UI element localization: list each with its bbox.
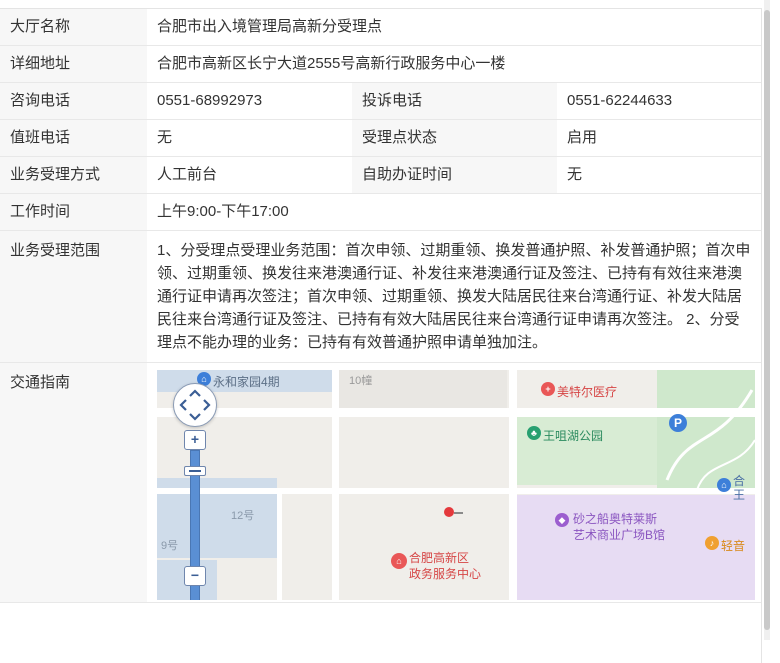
traffic-map-cell: ⌂ 永和家园4期 10幢 + 美特尔医疗 ♣ 王咀湖公园 P ⌂ 合 王 12号… xyxy=(147,362,762,603)
poi-building9: 9号 xyxy=(161,540,179,552)
shazhichuan-pin-icon: ◆ xyxy=(555,513,569,527)
poi-building10: 10幢 xyxy=(349,375,373,387)
row-duty: 值班电话 无 受理点状态 启用 xyxy=(0,119,762,157)
label-consult-phone: 咨询电话 xyxy=(0,82,147,120)
label-status: 受理点状态 xyxy=(352,119,557,157)
row-method: 业务受理方式 人工前台 自助办证时间 无 xyxy=(0,156,762,194)
location-marker-icon[interactable] xyxy=(443,506,465,520)
zoom-handle[interactable] xyxy=(184,466,206,476)
zoom-out-button[interactable]: − xyxy=(184,566,206,586)
poi-wang-cut: 王 xyxy=(733,488,746,502)
poi-shazhichuan-2[interactable]: 艺术商业广场B馆 xyxy=(573,524,665,546)
hall-info-table: 大厅名称 合肥市出入境管理局高新分受理点 详细地址 合肥市高新区长宁大道2555… xyxy=(0,9,762,603)
qingyin-pin-icon: ♪ xyxy=(705,536,719,550)
label-scope: 业务受理范围 xyxy=(0,230,147,363)
row-hours: 工作时间 上午9:00-下午17:00 xyxy=(0,193,762,231)
label-self-service-time: 自助办证时间 xyxy=(352,156,557,194)
row-address: 详细地址 合肥市高新区长宁大道2555号高新行政服务中心一楼 xyxy=(0,45,762,83)
poi-building12: 12号 xyxy=(231,510,255,522)
row-consult: 咨询电话 0551-68992973 投诉电话 0551-62244633 xyxy=(0,82,762,120)
center-pin-icon: ⌂ xyxy=(391,553,407,569)
pan-arrows-icon xyxy=(179,389,211,421)
hall-info-page: 大厅名称 合肥市出入境管理局高新分受理点 详细地址 合肥市高新区长宁大道2555… xyxy=(0,0,780,663)
value-consult-phone: 0551-68992973 xyxy=(147,82,352,120)
value-self-service-time: 无 xyxy=(557,156,762,194)
label-method: 业务受理方式 xyxy=(0,156,147,194)
poi-qingyin[interactable]: 轻音 xyxy=(721,535,745,557)
value-hours: 上午9:00-下午17:00 xyxy=(147,193,762,231)
traffic-map[interactable]: ⌂ 永和家园4期 10幢 + 美特尔医疗 ♣ 王咀湖公园 P ⌂ 合 王 12号… xyxy=(157,370,755,600)
map-pan-control[interactable] xyxy=(173,383,217,427)
table-right-border xyxy=(761,9,762,663)
map-road-v1 xyxy=(332,370,339,600)
value-duty-phone: 无 xyxy=(147,119,352,157)
value-scope: 1、分受理点受理业务范围：首次申领、过期重领、换发普通护照、补发普通护照；首次申… xyxy=(147,230,762,363)
row-traffic: 交通指南 ⌂ 永和家园4期 10幢 + 美特尔医疗 ♣ 王咀湖公园 P ⌂ 合 … xyxy=(0,362,762,603)
row-hall-name: 大厅名称 合肥市出入境管理局高新分受理点 xyxy=(0,9,762,46)
wangzuihu-pin-icon: ♣ xyxy=(527,426,541,440)
poi-meiteer[interactable]: 美特尔医疗 xyxy=(557,381,617,403)
value-hall-name: 合肥市出入境管理局高新分受理点 xyxy=(147,9,762,46)
value-address: 合肥市高新区长宁大道2555号高新行政服务中心一楼 xyxy=(147,45,762,83)
meiteer-pin-icon: + xyxy=(541,382,555,396)
he-pin-icon: ⌂ xyxy=(717,478,731,492)
label-duty-phone: 值班电话 xyxy=(0,119,147,157)
label-hours: 工作时间 xyxy=(0,193,147,231)
label-traffic: 交通指南 xyxy=(0,362,147,603)
poi-center-2[interactable]: 政务服务中心 xyxy=(409,563,481,585)
page-scrollbar[interactable] xyxy=(764,0,770,640)
poi-wangzuihu[interactable]: 王咀湖公园 xyxy=(543,425,603,447)
label-address: 详细地址 xyxy=(0,45,147,83)
row-scope: 业务受理范围 1、分受理点受理业务范围：首次申领、过期重领、换发普通护照、补发普… xyxy=(0,230,762,363)
label-hall-name: 大厅名称 xyxy=(0,9,147,46)
value-method: 人工前台 xyxy=(147,156,352,194)
value-status: 启用 xyxy=(557,119,762,157)
label-complaint-phone: 投诉电话 xyxy=(352,82,557,120)
zoom-in-button[interactable]: + xyxy=(184,430,206,450)
map-road-v3 xyxy=(277,494,282,600)
map-zoom-slider[interactable]: + − xyxy=(182,430,208,600)
map-road-v2 xyxy=(509,370,517,600)
scrollbar-thumb[interactable] xyxy=(764,10,770,630)
value-complaint-phone: 0551-62244633 xyxy=(557,82,762,120)
parking-icon[interactable]: P xyxy=(669,414,687,432)
poi-yonghe[interactable]: 永和家园4期 xyxy=(213,371,280,393)
